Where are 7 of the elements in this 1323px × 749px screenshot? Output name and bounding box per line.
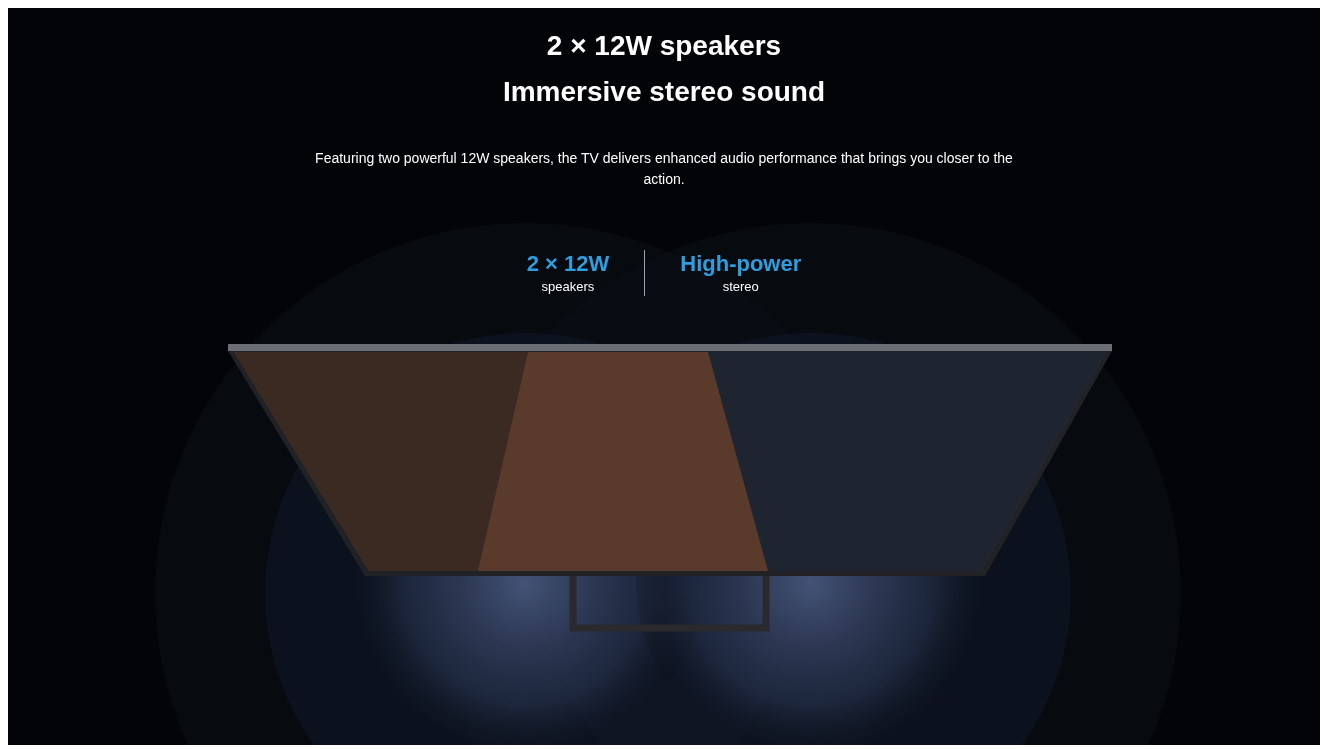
description: Featuring two powerful 12W speakers, the TV delivers enhanced audio performance that brings you closer to the action. bbox=[314, 149, 1014, 189]
stat-value: 2 × 12W bbox=[526, 250, 610, 278]
headline: 2 × 12W speakers bbox=[546, 29, 782, 63]
stat-label: stereo bbox=[722, 278, 759, 296]
headline: Immersive stereo sound bbox=[502, 75, 826, 109]
stat-label: speakers bbox=[541, 278, 595, 296]
stat-value: High-power bbox=[680, 250, 802, 278]
